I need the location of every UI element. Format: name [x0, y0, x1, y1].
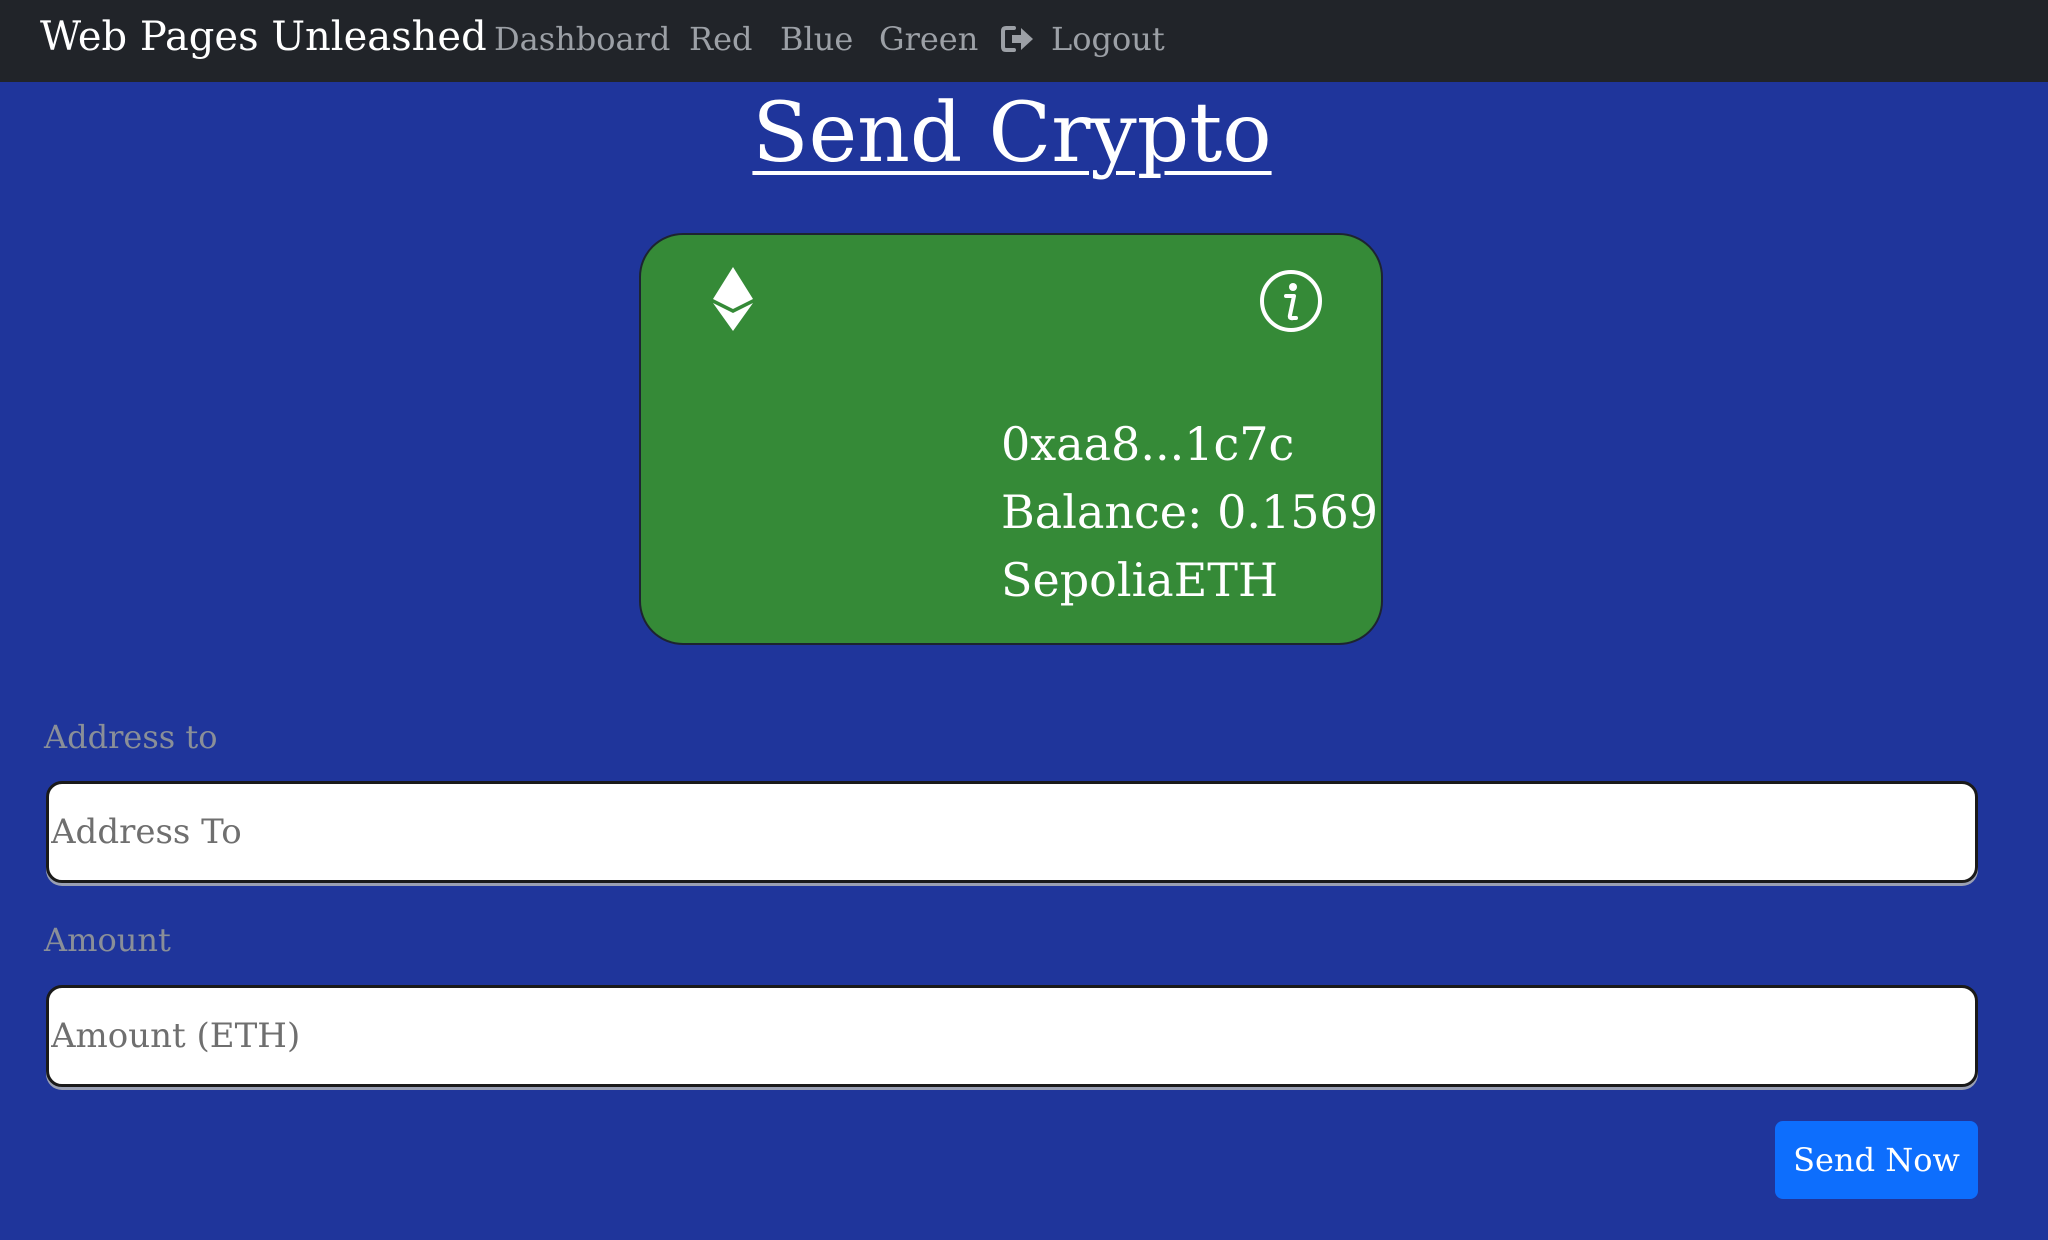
- amount-input[interactable]: [46, 985, 1978, 1087]
- nav-link-blue[interactable]: Blue: [780, 20, 853, 58]
- nav-link-green[interactable]: Green: [879, 20, 978, 58]
- send-now-button[interactable]: Send Now: [1775, 1121, 1978, 1199]
- ethereum-icon: [713, 267, 753, 331]
- navbar: Web Pages Unleashed Dashboard Red Blue G…: [0, 0, 2048, 82]
- logout-label: Logout: [1051, 20, 1165, 58]
- info-icon[interactable]: [1259, 269, 1323, 333]
- address-label: Address to: [44, 718, 218, 756]
- nav-link-red[interactable]: Red: [689, 20, 753, 58]
- address-input[interactable]: [46, 781, 1978, 883]
- page-title: Send Crypto: [752, 86, 1272, 181]
- wallet-balance: Balance: 0.1569: [1001, 485, 1379, 539]
- wallet-currency: SepoliaETH: [1001, 553, 1279, 607]
- brand-link[interactable]: Web Pages Unleashed: [40, 14, 487, 60]
- amount-label: Amount: [44, 921, 171, 959]
- wallet-address: 0xaa8...1c7c: [1001, 417, 1295, 471]
- sign-out-icon: [1001, 26, 1033, 52]
- nav-link-logout[interactable]: Logout: [1001, 20, 1165, 58]
- nav-link-dashboard[interactable]: Dashboard: [494, 20, 670, 58]
- wallet-card: 0xaa8...1c7c Balance: 0.1569 SepoliaETH: [639, 233, 1383, 645]
